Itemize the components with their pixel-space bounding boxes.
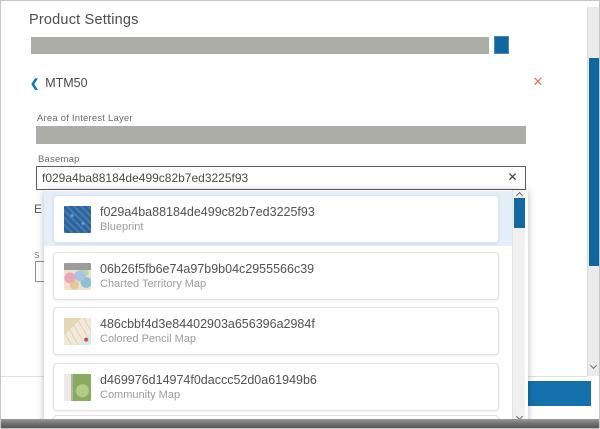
list-item-blueprint[interactable]: f029a4ba88184de499c82b7ed3225f93 Bluepri… xyxy=(53,195,499,243)
item-name: Community Map xyxy=(100,388,317,402)
aoi-layer-label: Area of Interest Layer xyxy=(37,113,133,124)
item-id: 06b26f5fb6e74a97b9b04c2955566c39 xyxy=(100,262,314,277)
page-title: Product Settings xyxy=(29,12,139,28)
primary-action-button[interactable] xyxy=(525,381,591,406)
scroll-down-icon[interactable] xyxy=(590,362,597,369)
clear-input-icon[interactable]: ✕ xyxy=(505,170,520,185)
basemap-input[interactable] xyxy=(37,167,525,189)
item-name: Blueprint xyxy=(100,220,315,234)
basemap-combobox: ✕ xyxy=(36,166,526,190)
charted-territory-thumbnail xyxy=(64,263,91,290)
item-id: d469976d14974f0daccc52d0a61949b6 xyxy=(100,373,317,388)
item-name: Colored Pencil Map xyxy=(100,332,315,346)
back-label: MTM50 xyxy=(45,76,87,90)
dropdown-scrollbar[interactable] xyxy=(512,190,525,423)
list-item-colored-pencil[interactable]: 486cbbf4d3e84402903a656396a2984f Colored… xyxy=(53,307,499,355)
list-item-community[interactable]: d469976d14974f0daccc52d0a61949b6 Communi… xyxy=(53,363,499,411)
chevron-left-icon: ❮ xyxy=(30,77,39,90)
back-button[interactable]: ❮ MTM50 xyxy=(30,76,88,90)
close-icon[interactable]: ✕ xyxy=(530,74,546,90)
dropdown-scrollbar-thumb[interactable] xyxy=(514,198,525,228)
list-item-charted-territory[interactable]: 06b26f5fb6e74a97b9b04c2955566c39 Charted… xyxy=(53,252,499,300)
window-bottom-edge xyxy=(1,419,600,429)
page-scrollbar-thumb[interactable] xyxy=(589,58,599,266)
header-field-bar-disabled xyxy=(31,37,489,54)
community-map-thumbnail xyxy=(64,374,91,401)
item-id: 486cbbf4d3e84402903a656396a2984f xyxy=(100,317,315,332)
obscured-label-fragment: E xyxy=(34,202,42,216)
page-scrollbar[interactable] xyxy=(587,7,599,376)
colored-pencil-thumbnail xyxy=(64,318,91,345)
item-id: f029a4ba88184de499c82b7ed3225f93 xyxy=(100,205,315,220)
product-settings-dialog: Product Settings ❮ MTM50 ✕ Area of Inter… xyxy=(0,0,600,429)
aoi-layer-input-disabled xyxy=(36,126,526,144)
basemap-label: Basemap xyxy=(38,154,80,165)
obscured-label-fragment: S xyxy=(34,251,39,260)
header-accent-square[interactable] xyxy=(494,36,509,54)
blueprint-thumbnail xyxy=(64,206,91,233)
basemap-dropdown-list: f029a4ba88184de499c82b7ed3225f93 Bluepri… xyxy=(44,190,528,429)
item-name: Charted Territory Map xyxy=(100,277,314,291)
